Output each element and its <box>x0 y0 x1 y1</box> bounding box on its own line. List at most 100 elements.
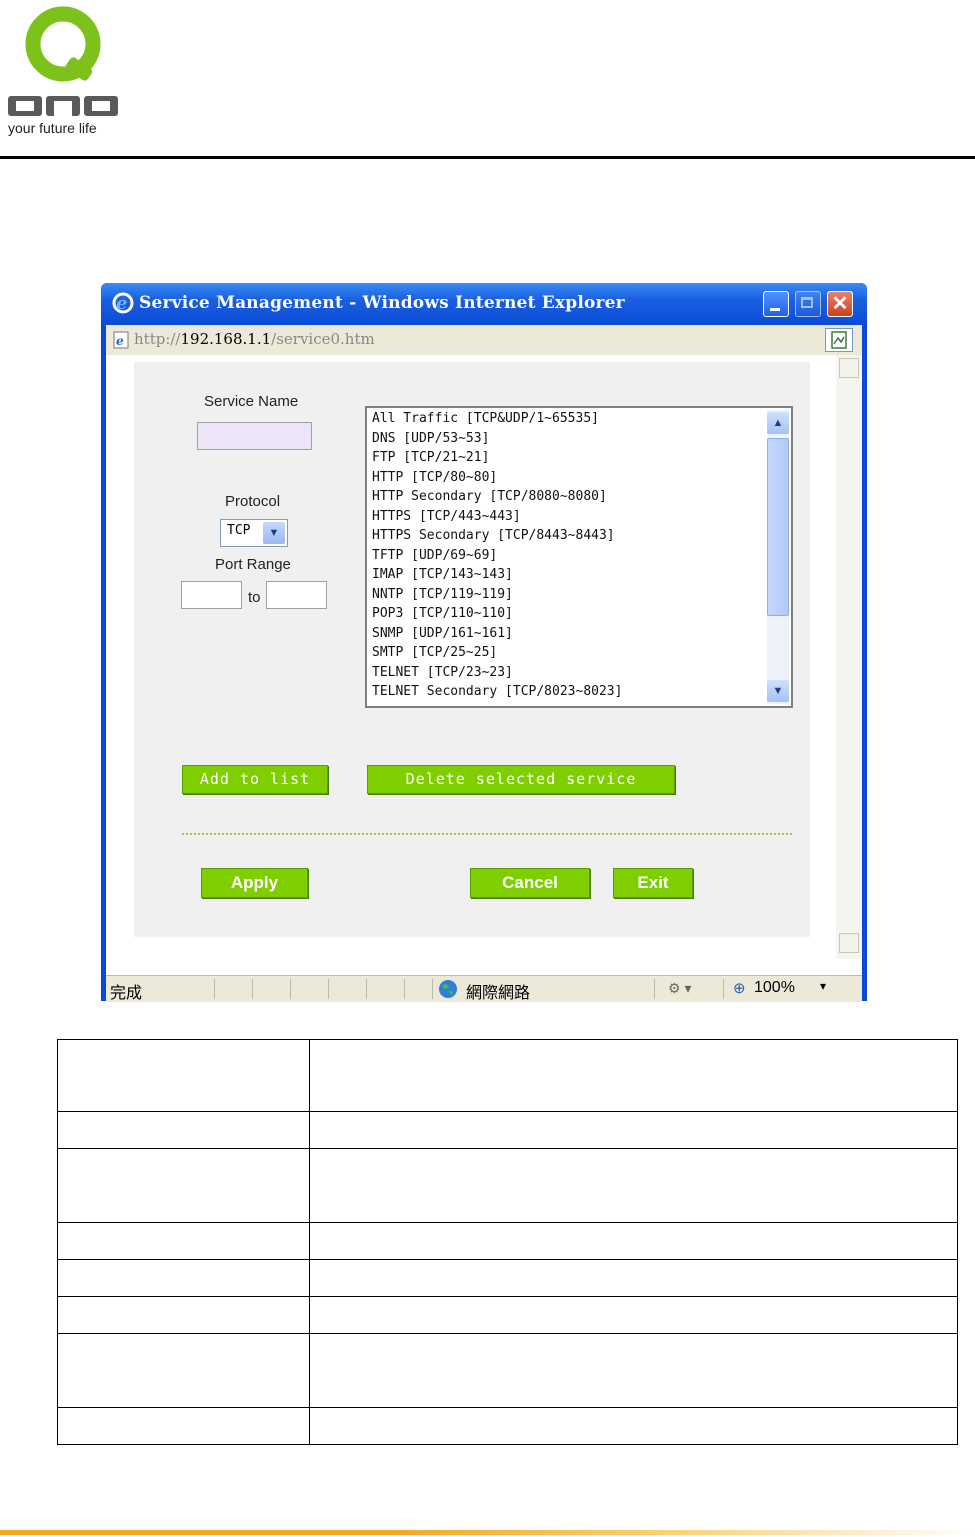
delete-selected-service-button[interactable]: Delete selected service <box>367 765 675 794</box>
table-cell <box>57 1222 310 1260</box>
table-row <box>57 1333 958 1408</box>
zoom-dropdown-icon[interactable]: ▾ <box>820 979 826 993</box>
info-table <box>57 1039 958 1445</box>
scroll-up-icon[interactable]: ▲ <box>767 412 789 434</box>
ie-window: e Service Management - Windows Internet … <box>101 283 867 1002</box>
scroll-thumb[interactable] <box>767 438 789 616</box>
page-icon: e <box>113 331 129 349</box>
ie-icon: e <box>112 292 134 314</box>
compat-view-icon[interactable] <box>825 328 853 352</box>
table-cell <box>309 1039 958 1112</box>
window-title: Service Management - Windows Internet Ex… <box>139 293 625 313</box>
status-separator <box>404 979 405 999</box>
service-listbox[interactable]: All Traffic [TCP&UDP/1~65535] DNS [UDP/53… <box>365 406 793 708</box>
table-row <box>57 1039 958 1112</box>
page-content: Service Name Protocol TCP ▼ Port Range t… <box>106 355 862 975</box>
title-bar[interactable]: e Service Management - Windows Internet … <box>101 283 867 325</box>
page-scroll-up-icon[interactable] <box>839 358 859 378</box>
service-list-item[interactable]: TELNET [TCP/23~23] <box>372 663 791 683</box>
service-list-item[interactable]: HTTP [TCP/80~80] <box>372 468 791 488</box>
url-path: /service0.htm <box>271 330 375 348</box>
maximize-button[interactable] <box>795 291 821 317</box>
url-host: 192.168.1.1 <box>180 330 272 348</box>
service-list-item[interactable]: POP3 [TCP/110~110] <box>372 604 791 624</box>
service-list-item[interactable]: HTTPS Secondary [TCP/8443~8443] <box>372 526 791 546</box>
listbox-scrollbar[interactable]: ▲ ▼ <box>767 410 789 704</box>
service-list-item[interactable]: HTTP Secondary [TCP/8080~8080] <box>372 487 791 507</box>
table-cell <box>309 1296 958 1334</box>
footer-rule <box>0 1530 975 1535</box>
table-row <box>57 1111 958 1149</box>
service-list-item[interactable]: HTTPS [TCP/443~443] <box>372 507 791 527</box>
protected-mode-icon[interactable]: ⚙ ▾ <box>668 980 691 997</box>
service-list-item[interactable]: DNS [UDP/53~53] <box>372 429 791 449</box>
table-row <box>57 1222 958 1260</box>
scroll-down-icon[interactable]: ▼ <box>767 680 789 702</box>
close-icon: ✕ <box>831 293 849 315</box>
zoom-level[interactable]: 100% <box>754 979 795 997</box>
cancel-button[interactable]: Cancel <box>470 868 590 898</box>
close-button[interactable]: ✕ <box>827 291 853 317</box>
service-name-input[interactable] <box>197 422 312 450</box>
status-separator <box>328 979 329 999</box>
zoom-icon: ⊕ <box>733 980 746 997</box>
service-panel: Service Name Protocol TCP ▼ Port Range t… <box>134 362 810 937</box>
table-row <box>57 1148 958 1223</box>
table-cell <box>57 1148 310 1223</box>
page-scroll-down-icon[interactable] <box>839 933 859 953</box>
globe-icon <box>439 980 457 998</box>
table-cell <box>57 1296 310 1334</box>
chevron-down-icon: ▼ <box>263 522 285 544</box>
add-to-list-button[interactable]: Add to list <box>182 765 328 794</box>
svg-text:e: e <box>116 293 127 314</box>
service-name-label: Service Name <box>204 393 299 410</box>
protocol-label: Protocol <box>225 493 281 510</box>
table-row <box>57 1296 958 1334</box>
table-cell <box>57 1259 310 1297</box>
port-from-input[interactable] <box>181 581 242 609</box>
url-prefix: http:// <box>134 330 181 348</box>
table-cell <box>309 1222 958 1260</box>
port-range-label: Port Range <box>215 556 291 573</box>
address-field[interactable]: http://192.168.1.1/service0.htm <box>134 328 818 350</box>
table-cell <box>57 1333 310 1408</box>
status-separator <box>654 979 655 999</box>
service-list-item[interactable]: SNMP [UDP/161~161] <box>372 624 791 644</box>
minimize-button[interactable] <box>763 291 789 317</box>
protocol-value: TCP <box>227 523 251 538</box>
port-to-input[interactable] <box>266 581 327 609</box>
status-separator <box>290 979 291 999</box>
status-bar: 完成 網際網路 ⚙ ▾ ⊕ 100% ▾ <box>106 975 862 1002</box>
service-list-item[interactable]: FTP [TCP/21~21] <box>372 448 791 468</box>
exit-button[interactable]: Exit <box>613 868 693 898</box>
service-list-item[interactable]: NNTP [TCP/119~119] <box>372 585 791 605</box>
address-bar: e http://192.168.1.1/service0.htm <box>106 325 862 355</box>
divider <box>182 833 792 835</box>
table-cell <box>57 1039 310 1112</box>
status-done: 完成 <box>110 985 143 1002</box>
status-separator <box>366 979 367 999</box>
protocol-select[interactable]: TCP ▼ <box>220 519 288 547</box>
apply-button[interactable]: Apply <box>201 868 308 898</box>
status-separator <box>252 979 253 999</box>
service-list-item[interactable]: IMAP [TCP/143~143] <box>372 565 791 585</box>
svg-text:e: e <box>116 334 124 348</box>
service-list-item[interactable]: TFTP [UDP/69~69] <box>372 546 791 566</box>
table-cell <box>57 1111 310 1149</box>
service-list-item[interactable]: TELNET Secondary [TCP/8023~8023] <box>372 682 791 702</box>
table-row <box>57 1259 958 1297</box>
header-rule <box>0 156 975 159</box>
status-separator <box>723 979 724 999</box>
security-zone: 網際網路 <box>466 985 531 1002</box>
service-list-item[interactable]: SMTP [TCP/25~25] <box>372 643 791 663</box>
table-cell <box>309 1407 958 1445</box>
table-cell <box>309 1333 958 1408</box>
service-list-item[interactable]: All Traffic [TCP&UDP/1~65535] <box>372 409 791 429</box>
logo-tagline: your future life <box>8 120 97 136</box>
service-list: All Traffic [TCP&UDP/1~65535] DNS [UDP/53… <box>367 408 791 702</box>
table-cell <box>57 1407 310 1445</box>
page-scrollbar[interactable] <box>836 355 862 959</box>
status-separator <box>214 979 215 999</box>
table-cell <box>309 1148 958 1223</box>
port-to-label: to <box>248 589 261 606</box>
